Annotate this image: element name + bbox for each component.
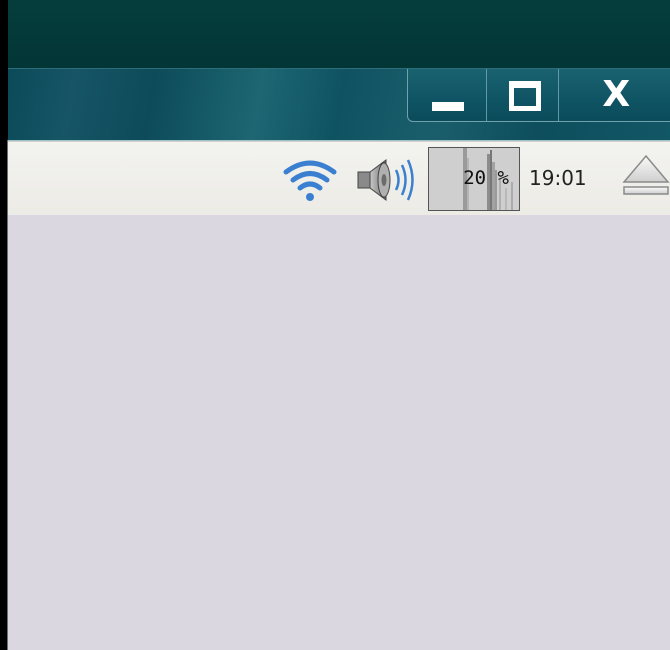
wifi-icon[interactable] xyxy=(280,158,340,202)
desktop-area[interactable] xyxy=(8,215,670,650)
close-icon: X xyxy=(602,74,631,115)
screen-border xyxy=(0,0,8,650)
clock[interactable]: 19:01 xyxy=(529,166,587,190)
maximize-icon xyxy=(508,81,541,111)
system-panel: 20 % 19:01 xyxy=(8,141,670,216)
minimize-icon xyxy=(432,102,464,111)
eject-icon[interactable] xyxy=(620,152,670,200)
window-controls: X xyxy=(407,69,670,122)
minimize-button[interactable] xyxy=(408,69,487,121)
close-button[interactable]: X xyxy=(559,69,670,121)
cpu-usage-text: 20 % xyxy=(463,167,509,189)
cpu-usage-monitor[interactable]: 20 % xyxy=(428,147,520,211)
maximize-button[interactable] xyxy=(487,69,560,121)
top-dark-strip xyxy=(8,0,670,68)
screen: X 20 % 19:01 xyxy=(0,0,670,650)
volume-speaker-icon[interactable] xyxy=(348,154,420,206)
